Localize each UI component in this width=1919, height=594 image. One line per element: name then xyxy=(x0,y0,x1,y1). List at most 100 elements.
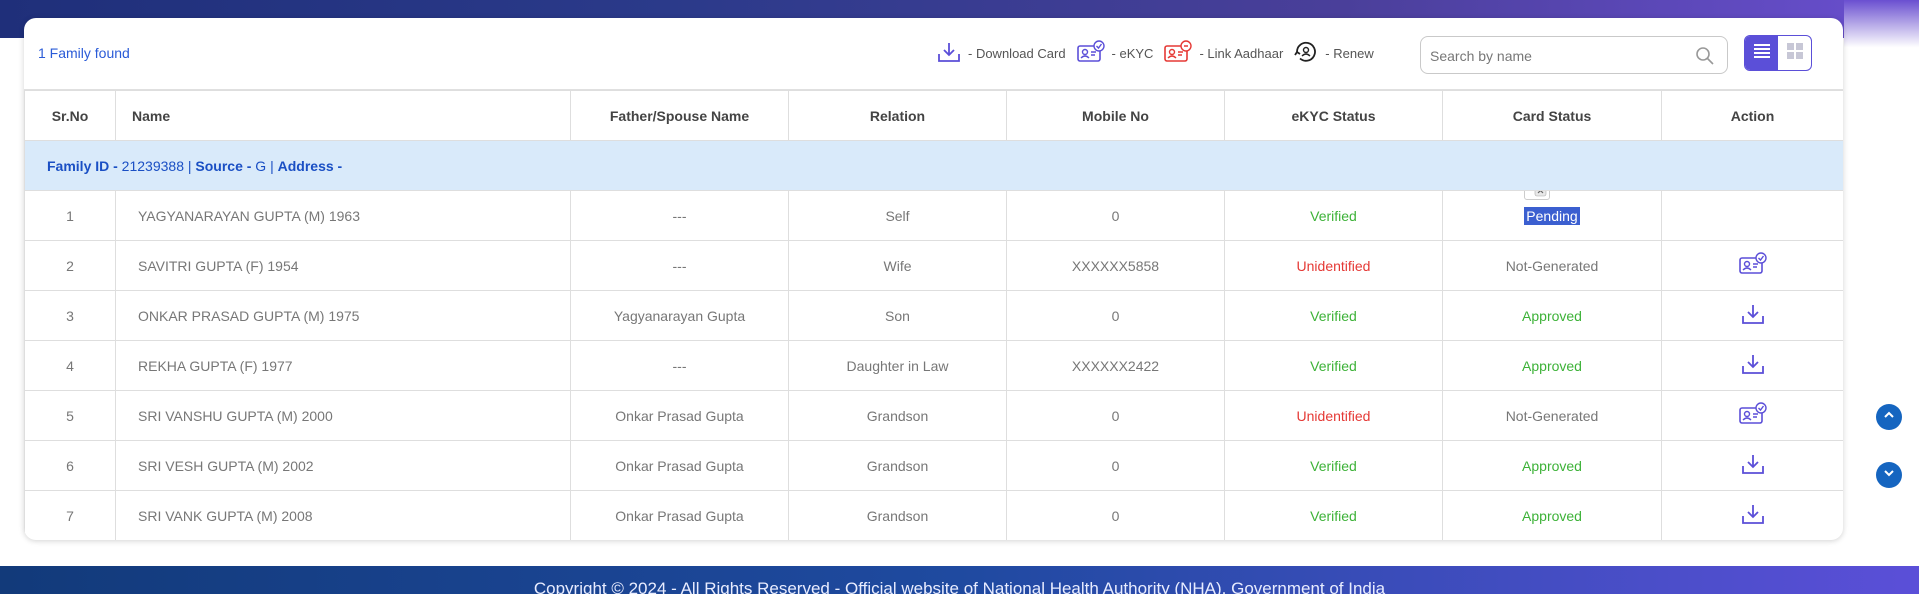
table-row: 7 SRI VANK GUPTA (M) 2008 Onkar Prasad G… xyxy=(24,490,1843,540)
cell-relation: Grandson xyxy=(788,490,1007,540)
cell-father: Onkar Prasad Gupta xyxy=(570,440,789,491)
source-label: Source - xyxy=(195,157,252,174)
cell-srno: 3 xyxy=(24,290,116,341)
cell-relation: Son xyxy=(788,290,1007,341)
address-label: Address - xyxy=(277,157,343,174)
cell-ekyc-status: Verified xyxy=(1224,440,1443,491)
translate-icon[interactable]: G xyxy=(1524,191,1551,200)
family-id-label: Family ID - xyxy=(47,157,118,174)
cell-ekyc-status: Unidentified xyxy=(1224,240,1443,291)
cell-name: ONKAR PRASAD GUPTA (M) 1975 xyxy=(115,290,571,341)
cell-mobile: 0 xyxy=(1006,490,1225,540)
cell-srno: 6 xyxy=(24,440,116,491)
cell-name: SRI VESH GUPTA (M) 2002 xyxy=(115,440,571,491)
page-background-strip xyxy=(1844,0,1919,594)
cell-father: Yagyanarayan Gupta xyxy=(570,290,789,341)
ekyc-icon xyxy=(1076,39,1112,67)
cell-ekyc-status: Verified xyxy=(1224,340,1443,391)
legend-renew-label: - Renew xyxy=(1325,45,1374,61)
cell-mobile: XXXXXX5858 xyxy=(1006,240,1225,291)
cell-father: Onkar Prasad Gupta xyxy=(570,390,789,441)
cell-action xyxy=(1661,390,1843,441)
table-row: 1 YAGYANARAYAN GUPTA (M) 1963 --- Self 0… xyxy=(24,190,1843,241)
table-row: 3 ONKAR PRASAD GUPTA (M) 1975 Yagyanaray… xyxy=(24,290,1843,341)
search-input[interactable] xyxy=(1430,46,1680,66)
cell-name: SRI VANSHU GUPTA (M) 2000 xyxy=(115,390,571,441)
table-row: 2 SAVITRI GUPTA (F) 1954 --- Wife XXXXXX… xyxy=(24,240,1843,291)
header-srno: Sr.No xyxy=(24,90,116,141)
header-name: Name xyxy=(115,90,571,141)
scroll-up-button[interactable] xyxy=(1876,404,1902,430)
cell-mobile: 0 xyxy=(1006,390,1225,441)
cell-father: Onkar Prasad Gupta xyxy=(570,490,789,540)
family-info-row: Family ID - 21239388 | Source - G | Addr… xyxy=(24,140,1843,191)
cell-action xyxy=(1661,490,1843,540)
cell-ekyc-status: Verified xyxy=(1224,490,1443,540)
search-icon[interactable] xyxy=(1695,46,1715,71)
cell-name: REKHA GUPTA (F) 1977 xyxy=(115,340,571,391)
download-icon xyxy=(936,41,968,66)
search-box xyxy=(1420,36,1728,74)
cell-mobile: 0 xyxy=(1006,190,1225,241)
family-members-table: Sr.No Name Father/Spouse Name Relation M… xyxy=(24,90,1843,540)
header-card-status: Card Status xyxy=(1442,90,1662,141)
cell-card-status: Approved xyxy=(1442,340,1662,391)
cell-srno: 2 xyxy=(24,240,116,291)
header-father-spouse: Father/Spouse Name xyxy=(570,90,789,141)
renew-icon xyxy=(1293,40,1325,67)
cell-action xyxy=(1661,440,1843,491)
cell-card-status: Approved xyxy=(1442,490,1662,540)
cell-mobile: XXXXXX2422 xyxy=(1006,340,1225,391)
cell-name: SRI VANK GUPTA (M) 2008 xyxy=(115,490,571,540)
cell-card-status: Approved xyxy=(1442,440,1662,491)
cell-card-status: Not-Generated xyxy=(1442,240,1662,291)
legend-ekyc-label: - eKYC xyxy=(1111,45,1154,61)
cell-name: YAGYANARAYAN GUPTA (M) 1963 xyxy=(115,190,571,241)
header-action: Action xyxy=(1661,90,1843,141)
cell-ekyc-status: Unidentified xyxy=(1224,390,1443,441)
legend-renew: - Renew xyxy=(1293,40,1374,67)
results-header: 1 Family found - Download Card - eKYC - … xyxy=(24,18,1843,90)
cell-relation: Self xyxy=(788,190,1007,241)
download-icon[interactable] xyxy=(1740,453,1766,475)
list-icon xyxy=(1753,43,1771,64)
cell-relation: Grandson xyxy=(788,440,1007,491)
chevron-up-icon xyxy=(1883,408,1895,426)
list-view-button[interactable] xyxy=(1745,36,1778,70)
ekyc-icon[interactable] xyxy=(1738,252,1768,276)
footer: Copyright © 2024 - All Rights Reserved -… xyxy=(0,566,1919,594)
cell-action xyxy=(1661,340,1843,391)
cell-name: SAVITRI GUPTA (F) 1954 xyxy=(115,240,571,291)
table-header-row: Sr.No Name Father/Spouse Name Relation M… xyxy=(24,90,1843,141)
cell-srno: 1 xyxy=(24,190,116,241)
legend-ekyc: - eKYC xyxy=(1076,39,1154,67)
table-row: 4 REKHA GUPTA (F) 1977 --- Daughter in L… xyxy=(24,340,1843,391)
cell-ekyc-status: Verified xyxy=(1224,190,1443,241)
download-icon[interactable] xyxy=(1740,353,1766,375)
cell-srno: 4 xyxy=(24,340,116,391)
cell-father: --- xyxy=(570,340,789,391)
download-icon[interactable] xyxy=(1740,303,1766,325)
cell-srno: 5 xyxy=(24,390,116,441)
grid-icon xyxy=(1786,42,1804,65)
scroll-down-button[interactable] xyxy=(1876,462,1902,488)
cell-mobile: 0 xyxy=(1006,290,1225,341)
cell-relation: Grandson xyxy=(788,390,1007,441)
header-ekyc-status: eKYC Status xyxy=(1224,90,1443,141)
legend-link-aadhaar-label: - Link Aadhaar xyxy=(1199,45,1284,61)
ekyc-icon[interactable] xyxy=(1738,402,1768,426)
cell-card-status: Not-Generated xyxy=(1442,390,1662,441)
legend-download: - Download Card xyxy=(936,41,1066,66)
legend-link-aadhaar: - Link Aadhaar xyxy=(1163,39,1284,67)
footer-copyright: Copyright © 2024 - All Rights Reserved -… xyxy=(533,579,1386,594)
grid-view-button[interactable] xyxy=(1778,36,1811,70)
view-toggle xyxy=(1744,35,1812,71)
cell-ekyc-status: Verified xyxy=(1224,290,1443,341)
card-status-text: Pending xyxy=(1524,206,1580,225)
results-card: 1 Family found - Download Card - eKYC - … xyxy=(24,18,1843,540)
header-relation: Relation xyxy=(788,90,1007,141)
download-icon[interactable] xyxy=(1740,503,1766,525)
cell-father: --- xyxy=(570,240,789,291)
cell-card-status: Approved xyxy=(1442,290,1662,341)
family-id-value: 21239388 | xyxy=(117,157,196,174)
